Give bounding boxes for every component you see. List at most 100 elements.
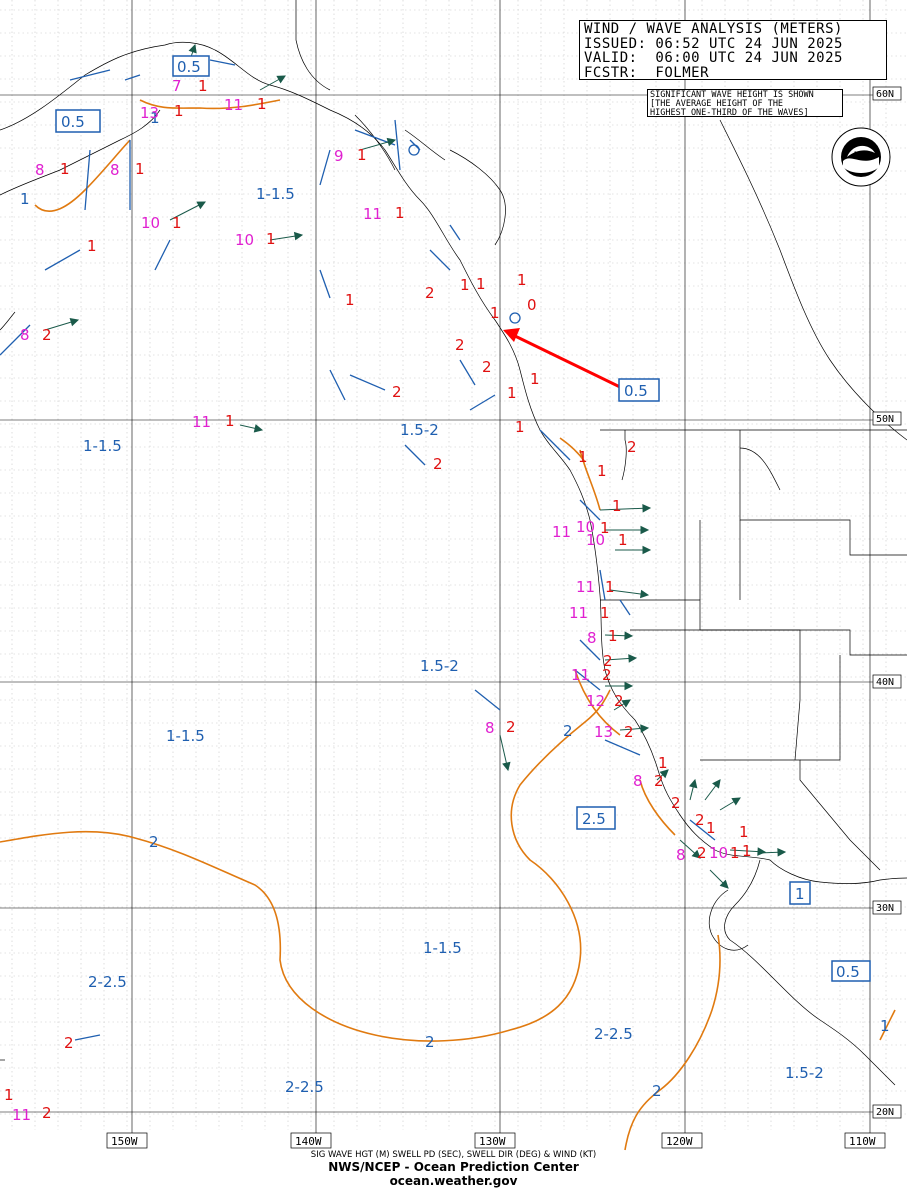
- period-value: 10: [141, 214, 160, 232]
- height-value: 1: [517, 271, 527, 289]
- swell-arrow-head: [640, 589, 650, 599]
- lon-label-130w: 130W: [479, 1135, 506, 1148]
- period-value: 11: [12, 1106, 31, 1124]
- height-value: 1: [605, 578, 615, 596]
- wind-barb: [84, 149, 91, 211]
- contour-label: 1: [880, 1017, 890, 1035]
- height-value: 1: [266, 230, 276, 248]
- height-value: 2: [697, 844, 707, 862]
- range-label: 1-1.5: [166, 727, 205, 745]
- period-value: 8: [633, 772, 643, 790]
- station-heights: 1 1 1 1 1 1 1 2 1 1 1 1 1 2 1 0 2 2 1 2 …: [4, 77, 752, 1122]
- swell-arrow-head: [253, 424, 264, 433]
- chart-footer: SIG WAVE HGT (M) SWELL PD (SEC), SWELL D…: [0, 1150, 907, 1188]
- lat-labels: 60N 50N 40N 30N 20N: [872, 86, 902, 1119]
- swell-arrow-head: [642, 503, 652, 513]
- height-value: 1: [476, 275, 486, 293]
- header-title: WIND / WAVE ANALYSIS (METERS): [584, 21, 843, 37]
- noaa-logo-icon: NOAA: [831, 127, 891, 187]
- header-issued: ISSUED: 06:52 UTC 24 JUN 2025: [584, 35, 843, 52]
- wind-barb: [319, 149, 331, 186]
- boxed-height-label: 0.5: [61, 113, 85, 131]
- height-value: 0: [527, 296, 537, 314]
- period-value: 11: [571, 666, 590, 684]
- footer-legend: SIG WAVE HGT (M) SWELL PD (SEC), SWELL D…: [310, 1150, 597, 1160]
- period-value: 8: [587, 629, 597, 647]
- period-value: 8: [110, 161, 120, 179]
- wind-barb: [449, 224, 461, 241]
- range-label: 2-2.5: [88, 973, 127, 991]
- height-value: 1: [172, 214, 182, 232]
- lon-label-110w: 110W: [849, 1135, 876, 1148]
- boxed-height-label: 0.5: [624, 382, 648, 400]
- wind-barb: [579, 499, 601, 521]
- boxed-height-label: 0.5: [836, 963, 860, 981]
- period-value: 11: [192, 413, 211, 431]
- calm-circle: [408, 144, 420, 156]
- height-value: 1: [257, 95, 267, 113]
- wind-barb: [539, 429, 571, 461]
- lat-label-30n: 30N: [876, 903, 894, 914]
- height-value: 2: [455, 336, 465, 354]
- boxed-height-label: 2.5: [582, 810, 606, 828]
- range-label: 2-2.5: [285, 1078, 324, 1096]
- period-value: 11: [224, 96, 243, 114]
- contour-label: 2: [652, 1082, 662, 1100]
- height-value: 1: [597, 462, 607, 480]
- swell-arrow-head: [624, 631, 634, 641]
- swell-arrow-head: [69, 318, 80, 327]
- swell-arrow-head: [712, 779, 721, 789]
- boxed-height-label: 1: [795, 885, 805, 903]
- height-value: 2: [671, 794, 681, 812]
- swell-arrow-head: [624, 681, 634, 691]
- swell-arrow-head: [640, 724, 650, 733]
- swell-arrow-head: [196, 201, 206, 210]
- wind-barb: [74, 1034, 101, 1041]
- height-value: 1: [4, 1086, 14, 1104]
- period-value: 8: [676, 846, 686, 864]
- wind-barb: [154, 239, 171, 271]
- lat-label-20n: 20N: [876, 1107, 894, 1118]
- logo-wordmark: NOAA: [854, 151, 874, 158]
- range-label: 1-1.5: [256, 185, 295, 203]
- wind-barb: [69, 69, 111, 81]
- lon-labels: 150W 140W 130W 120W 110W: [106, 1132, 886, 1149]
- height-value: 1: [345, 291, 355, 309]
- contour-label: 2: [563, 722, 573, 740]
- height-value: 2: [695, 811, 705, 829]
- swell-arrow-head: [731, 797, 741, 806]
- height-value: 2: [42, 326, 52, 344]
- range-label: 1.5-2: [785, 1064, 824, 1082]
- wind-barb: [404, 444, 426, 466]
- swell-arrow-head: [293, 231, 304, 241]
- swell-arrow: [599, 507, 651, 511]
- period-value: 11: [363, 205, 382, 223]
- map-canvas: 60N 50N 40N 30N 20N 150W 140W 130W 120W …: [0, 0, 907, 1151]
- height-value: 1: [490, 304, 500, 322]
- wind-barb: [329, 369, 346, 401]
- lat-label-50n: 50N: [876, 414, 894, 425]
- height-value: 2: [654, 772, 664, 790]
- period-value: 10: [235, 231, 254, 249]
- height-value: 1: [357, 146, 367, 164]
- range-label: 1-1.5: [83, 437, 122, 455]
- height-value: 1: [515, 418, 525, 436]
- period-value: 12: [586, 692, 605, 710]
- swell-arrow-head: [188, 43, 197, 54]
- period-value: 9: [334, 147, 344, 165]
- height-value: 2: [392, 383, 402, 401]
- height-value: 1: [174, 102, 184, 120]
- height-value: 1: [658, 754, 668, 772]
- wind-barb: [459, 359, 476, 386]
- height-value: 2: [602, 666, 612, 684]
- lat-label-60n: 60N: [876, 89, 894, 100]
- wind-barbs: [0, 59, 716, 1041]
- height-value: 2: [506, 718, 516, 736]
- wind-barb: [394, 119, 401, 171]
- height-value: 1: [742, 842, 752, 860]
- swell-arrow-head: [689, 778, 698, 789]
- period-value: 11: [576, 578, 595, 596]
- wind-barb: [619, 599, 631, 616]
- period-value: 10: [586, 531, 605, 549]
- period-value: 11: [552, 523, 571, 541]
